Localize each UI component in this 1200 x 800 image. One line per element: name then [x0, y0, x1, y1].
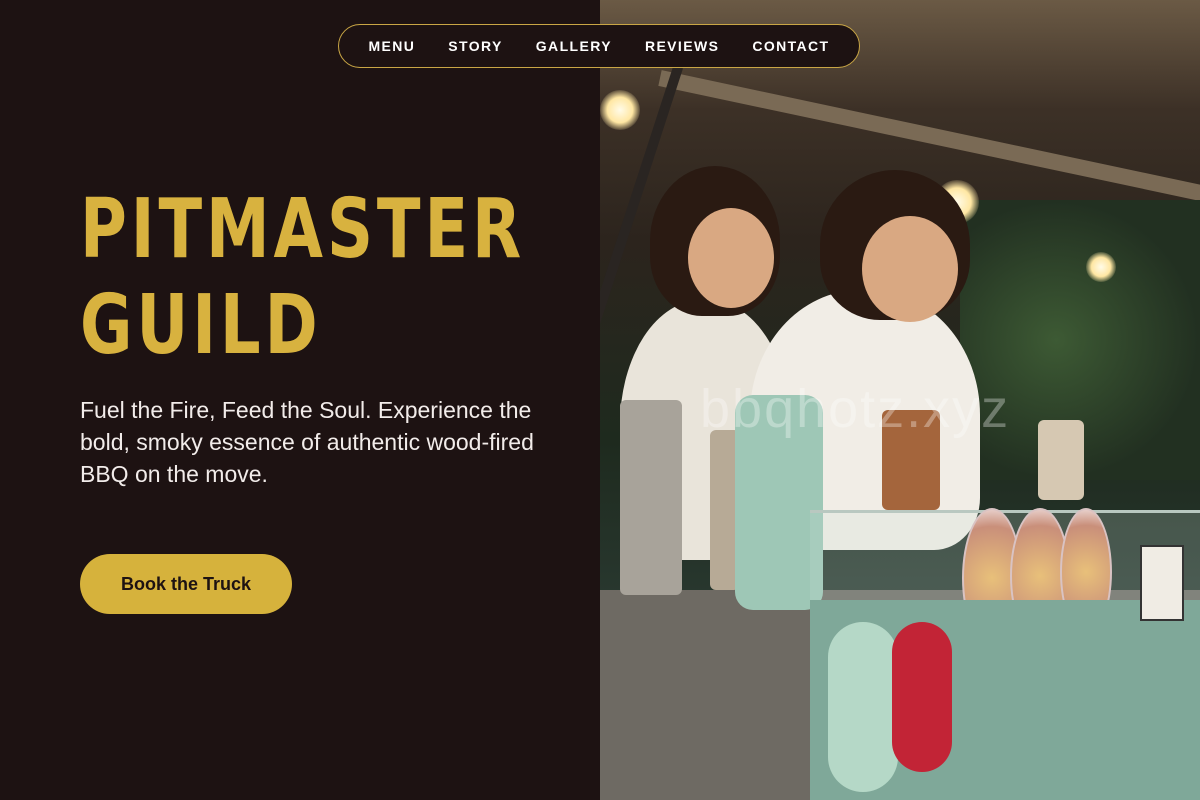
nav-contact[interactable]: CONTACT	[752, 38, 829, 54]
cart-sign-green	[828, 622, 898, 792]
nav-reviews[interactable]: REVIEWS	[645, 38, 719, 54]
menu-sign	[1140, 545, 1184, 621]
nav-story[interactable]: STORY	[448, 38, 502, 54]
jar	[1038, 420, 1084, 500]
worker-right-face	[862, 216, 958, 322]
brand-title-line2: GUILD	[80, 278, 322, 373]
hero-photo: bbqhotz.xyz	[600, 0, 1200, 800]
nav-gallery[interactable]: GALLERY	[536, 38, 612, 54]
watermark-text: bbqhotz.xyz	[700, 379, 1011, 439]
book-truck-button[interactable]: Book the Truck	[80, 554, 292, 614]
brand-title-line1: PITMASTER	[80, 182, 526, 277]
nav-menu[interactable]: MENU	[368, 38, 415, 54]
main-nav: MENU STORY GALLERY REVIEWS CONTACT	[338, 24, 860, 68]
brand-title: PITMASTER GUILD	[80, 182, 526, 374]
hero-tagline: Fuel the Fire, Feed the Soul. Experience…	[80, 397, 534, 487]
light-bulb	[1086, 252, 1116, 282]
light-bulb	[600, 90, 640, 130]
bottle	[620, 400, 682, 595]
hero-text-panel: PITMASTER GUILD Fuel the Fire, Feed the …	[0, 0, 600, 800]
cart-sign-red	[892, 622, 952, 772]
worker-left-face	[688, 208, 774, 308]
